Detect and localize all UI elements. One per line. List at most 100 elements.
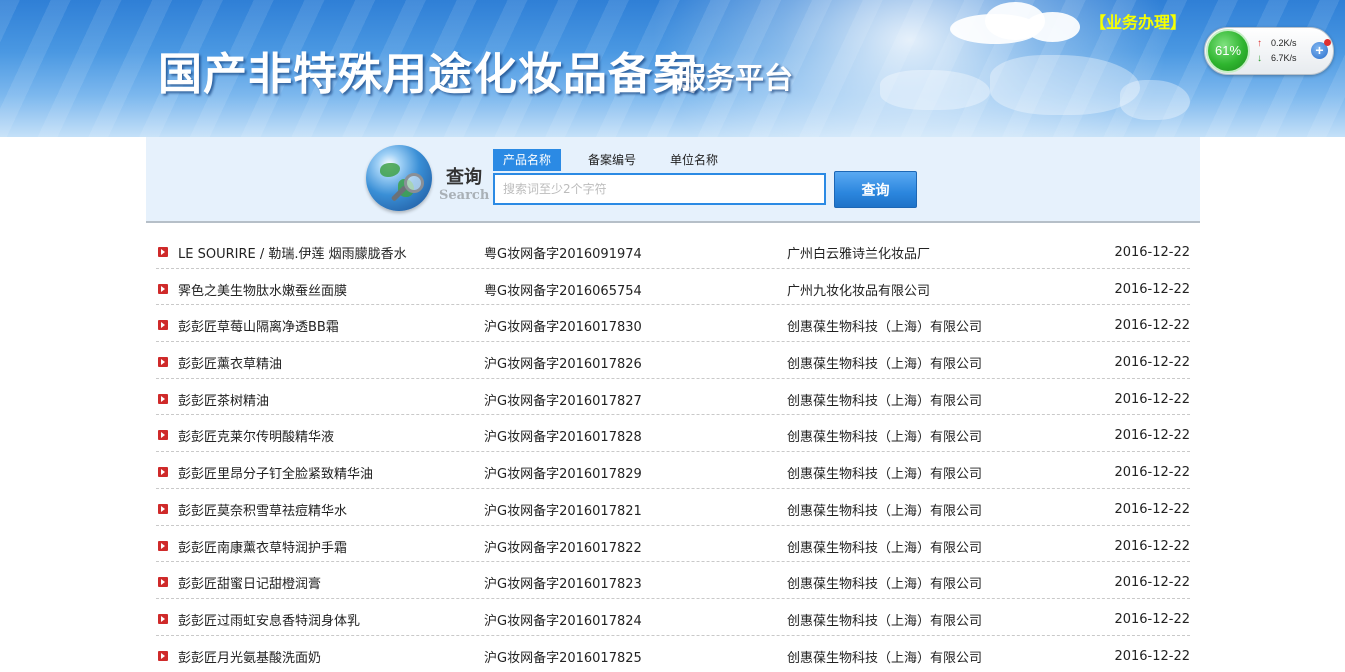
product-name-link[interactable]: 彭彭匠薰衣草精油 bbox=[178, 353, 282, 372]
product-name-link[interactable]: 彭彭匠克莱尔传明酸精华液 bbox=[178, 426, 334, 445]
list-item[interactable]: LE SOURIRE / 勒瑞.伊莲 烟雨朦胧香水 粤G妆网备字201609197… bbox=[156, 232, 1190, 269]
globe-land bbox=[380, 163, 400, 177]
bullet-icon bbox=[158, 357, 168, 368]
record-date: 2016-12-22 bbox=[1114, 281, 1190, 297]
registration-number: 沪G妆网备字2016017830 bbox=[484, 320, 642, 336]
company-name: 创惠葆生物科技（上海）有限公司 bbox=[787, 650, 983, 666]
search-button[interactable]: 查询 bbox=[834, 171, 917, 208]
header-banner: 国产非特殊用途化妆品备案 服务平台 【业务办理】 61% ↑ 0.2K/s ↓ 6.… bbox=[0, 0, 1345, 137]
product-name-link[interactable]: 彭彭匠过雨虹安息香特润身体乳 bbox=[178, 610, 360, 629]
bullet-icon bbox=[158, 247, 168, 257]
network-speed-widget[interactable]: 61% ↑ 0.2K/s ↓ 6.7K/s + bbox=[1204, 27, 1334, 75]
product-name-link[interactable]: 霁色之美生物肽水嫩蚕丝面膜 bbox=[178, 280, 347, 299]
business-handling-link[interactable]: 【业务办理】 bbox=[1090, 9, 1186, 33]
page-title: 国产非特殊用途化妆品备案 bbox=[158, 49, 698, 100]
bullet-icon bbox=[158, 283, 168, 294]
company-name: 广州白云雅诗兰化妆品厂 bbox=[787, 247, 931, 262]
tab-registration-number[interactable]: 备案编号 bbox=[578, 149, 646, 171]
tab-product-name[interactable]: 产品名称 bbox=[493, 149, 561, 171]
company-name: 广州九妆化妆品有限公司 bbox=[787, 283, 931, 299]
product-name-link[interactable]: 彭彭匠南康薰衣草特润护手霜 bbox=[178, 537, 347, 556]
registration-number: 粤G妆网备字2016065754 bbox=[484, 283, 642, 299]
download-speed: ↓ 6.7K/s bbox=[1257, 53, 1297, 64]
search-input[interactable] bbox=[493, 173, 826, 205]
record-date: 2016-12-22 bbox=[1114, 575, 1190, 591]
registration-number: 沪G妆网备字2016017829 bbox=[484, 467, 642, 483]
plus-icon[interactable]: + bbox=[1311, 39, 1331, 59]
product-name-link[interactable]: 彭彭匠里昂分子钉全脸紧致精华油 bbox=[178, 463, 373, 482]
record-date: 2016-12-22 bbox=[1114, 611, 1190, 627]
search-label-en: Search bbox=[439, 188, 490, 203]
company-name: 创惠葆生物科技（上海）有限公司 bbox=[787, 467, 983, 483]
list-item[interactable]: 彭彭匠过雨虹安息香特润身体乳 沪G妆网备字2016017824 创惠葆生物科技（上海… bbox=[156, 599, 1190, 636]
bullet-icon bbox=[158, 540, 168, 551]
registration-number: 粤G妆网备字2016091974 bbox=[484, 247, 642, 262]
plus-glyph: + bbox=[1315, 42, 1324, 58]
registration-number: 沪G妆网备字2016017822 bbox=[484, 540, 642, 556]
registration-number: 沪G妆网备字2016017825 bbox=[484, 650, 642, 666]
record-date: 2016-12-22 bbox=[1114, 391, 1190, 407]
list-item[interactable]: 彭彭匠莫奈积雪草祛痘精华水 沪G妆网备字2016017821 创惠葆生物科技（上海）… bbox=[156, 489, 1190, 526]
product-name-link[interactable]: 彭彭匠月光氨基酸洗面奶 bbox=[178, 647, 321, 666]
list-item[interactable]: 彭彭匠克莱尔传明酸精华液 沪G妆网备字2016017828 创惠葆生物科技（上海）有… bbox=[156, 415, 1190, 453]
bullet-icon bbox=[158, 613, 168, 624]
company-name: 创惠葆生物科技（上海）有限公司 bbox=[787, 357, 983, 373]
download-arrow-icon: ↓ bbox=[1257, 53, 1262, 64]
list-item[interactable]: 彭彭匠茶树精油 沪G妆网备字2016017827 创惠葆生物科技（上海）有限公司 20… bbox=[156, 379, 1190, 416]
bullet-icon bbox=[158, 467, 168, 478]
map-shape bbox=[880, 70, 990, 110]
speed-percent-gauge: 61% bbox=[1206, 29, 1250, 73]
product-name-link[interactable]: 彭彭匠茶树精油 bbox=[178, 390, 269, 409]
cloud bbox=[1025, 12, 1080, 42]
product-name-link[interactable]: LE SOURIRE / 勒瑞.伊莲 烟雨朦胧香水 bbox=[178, 243, 407, 262]
record-date: 2016-12-22 bbox=[1114, 648, 1190, 664]
company-name: 创惠葆生物科技（上海）有限公司 bbox=[787, 393, 983, 409]
download-speed-value: 6.7K/s bbox=[1271, 53, 1297, 63]
record-date: 2016-12-22 bbox=[1114, 245, 1190, 260]
company-name: 创惠葆生物科技（上海）有限公司 bbox=[787, 577, 983, 593]
upload-speed-value: 0.2K/s bbox=[1271, 38, 1297, 48]
results-list: LE SOURIRE / 勒瑞.伊莲 烟雨朦胧香水 粤G妆网备字201609197… bbox=[156, 232, 1190, 672]
company-name: 创惠葆生物科技（上海）有限公司 bbox=[787, 320, 983, 336]
notification-dot bbox=[1324, 39, 1331, 46]
bullet-icon bbox=[158, 430, 168, 441]
list-item[interactable]: 彭彭匠薰衣草精油 沪G妆网备字2016017826 创惠葆生物科技（上海）有限公司 2… bbox=[156, 342, 1190, 379]
company-name: 创惠葆生物科技（上海）有限公司 bbox=[787, 503, 983, 519]
upload-speed: ↑ 0.2K/s bbox=[1257, 38, 1297, 49]
record-date: 2016-12-22 bbox=[1114, 465, 1190, 481]
list-item[interactable]: 彭彭匠里昂分子钉全脸紧致精华油 沪G妆网备字2016017829 创惠葆生物科技（上… bbox=[156, 452, 1190, 489]
record-date: 2016-12-22 bbox=[1114, 355, 1190, 371]
search-panel: 查询 Search 产品名称 备案编号 单位名称 查询 bbox=[146, 137, 1200, 223]
company-name: 创惠葆生物科技（上海）有限公司 bbox=[787, 613, 983, 629]
registration-number: 沪G妆网备字2016017827 bbox=[484, 393, 642, 409]
record-date: 2016-12-22 bbox=[1114, 318, 1190, 334]
page-subtitle: 服务平台 bbox=[677, 61, 794, 95]
bullet-icon bbox=[158, 320, 168, 331]
bullet-icon bbox=[158, 650, 168, 661]
registration-number: 沪G妆网备字2016017821 bbox=[484, 503, 642, 519]
map-shape bbox=[1120, 80, 1190, 120]
company-name: 创惠葆生物科技（上海）有限公司 bbox=[787, 430, 983, 446]
product-name-link[interactable]: 彭彭匠甜蜜日记甜橙润膏 bbox=[178, 573, 321, 592]
record-date: 2016-12-22 bbox=[1114, 428, 1190, 444]
company-name: 创惠葆生物科技（上海）有限公司 bbox=[787, 540, 983, 556]
registration-number: 沪G妆网备字2016017828 bbox=[484, 430, 642, 446]
record-date: 2016-12-22 bbox=[1114, 501, 1190, 517]
record-date: 2016-12-22 bbox=[1114, 538, 1190, 554]
bullet-icon bbox=[158, 577, 168, 588]
registration-number: 沪G妆网备字2016017826 bbox=[484, 357, 642, 373]
registration-number: 沪G妆网备字2016017823 bbox=[484, 577, 642, 593]
list-item[interactable]: 彭彭匠草莓山隔离净透BB霜 沪G妆网备字2016017830 创惠葆生物科技（上海）… bbox=[156, 305, 1190, 343]
bullet-icon bbox=[158, 393, 168, 404]
list-item[interactable]: 彭彭匠南康薰衣草特润护手霜 沪G妆网备字2016017822 创惠葆生物科技（上海）… bbox=[156, 526, 1190, 563]
product-name-link[interactable]: 彭彭匠莫奈积雪草祛痘精华水 bbox=[178, 500, 347, 519]
upload-arrow-icon: ↑ bbox=[1257, 38, 1262, 49]
product-name-link[interactable]: 彭彭匠草莓山隔离净透BB霜 bbox=[178, 316, 339, 335]
bullet-icon bbox=[158, 503, 168, 514]
list-item[interactable]: 彭彭匠甜蜜日记甜橙润膏 沪G妆网备字2016017823 创惠葆生物科技（上海）有限… bbox=[156, 562, 1190, 599]
magnifier-icon bbox=[404, 173, 424, 193]
tab-company-name[interactable]: 单位名称 bbox=[660, 149, 728, 171]
search-label-cn: 查询 bbox=[446, 167, 482, 188]
registration-number: 沪G妆网备字2016017824 bbox=[484, 613, 642, 629]
list-item[interactable]: 霁色之美生物肽水嫩蚕丝面膜 粤G妆网备字2016065754 广州九妆化妆品有限公司… bbox=[156, 269, 1190, 306]
